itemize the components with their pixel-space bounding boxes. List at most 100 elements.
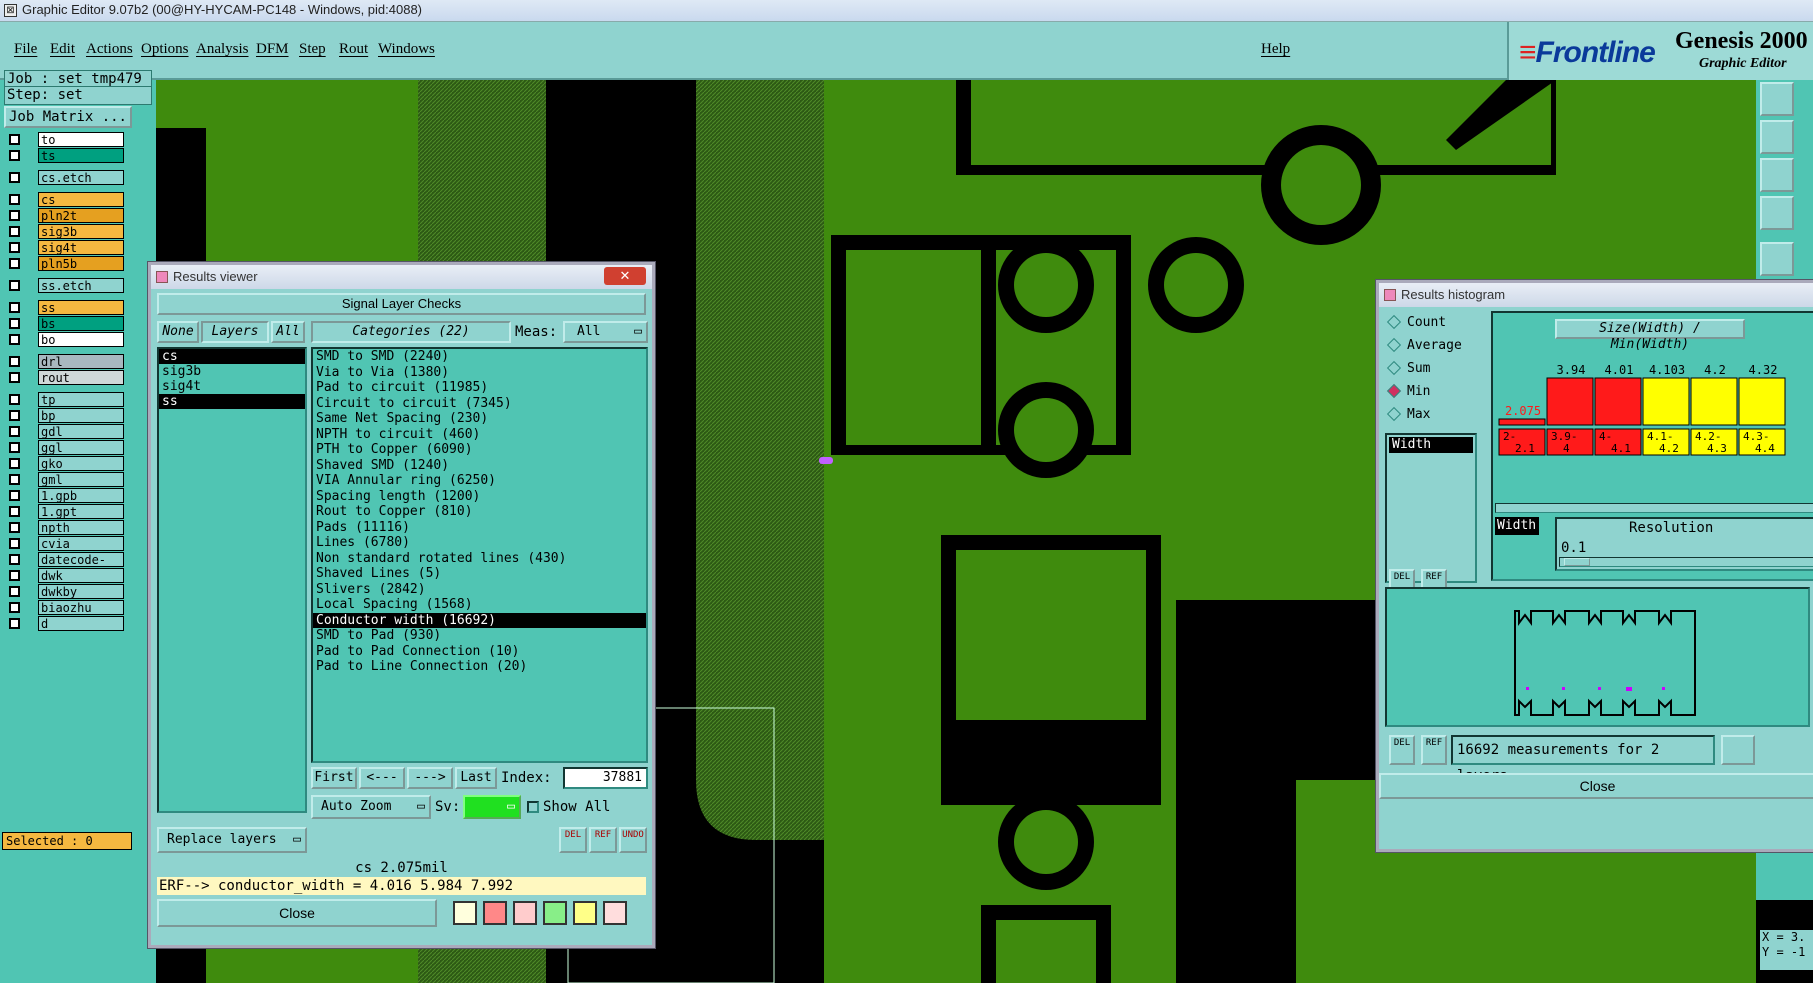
- layer-row[interactable]: bs: [8, 316, 124, 331]
- layer-checkbox[interactable]: [9, 150, 20, 161]
- radio-icon[interactable]: [1386, 406, 1402, 422]
- layer-result-item[interactable]: cs: [159, 349, 305, 364]
- histogram-close-button[interactable]: Close: [1379, 773, 1813, 799]
- menu-help[interactable]: Help: [1261, 41, 1290, 58]
- layer-checkbox[interactable]: [9, 618, 20, 629]
- slider-thumb[interactable]: [1564, 558, 1590, 566]
- meas-dropdown[interactable]: All ▭: [563, 321, 648, 343]
- layer-row[interactable]: bp: [8, 408, 124, 423]
- layer-checkbox[interactable]: [9, 318, 20, 329]
- layer-checkbox[interactable]: [9, 426, 20, 437]
- show-all-checkbox[interactable]: [527, 801, 539, 813]
- layer-checkbox[interactable]: [9, 474, 20, 485]
- histogram-scrollbar[interactable]: [1495, 503, 1813, 513]
- menu-file[interactable]: File: [14, 41, 37, 58]
- category-list[interactable]: SMD to SMD (2240) Via to Via (1380) Pad to…: [311, 347, 648, 763]
- layer-row[interactable]: pln2t: [8, 208, 124, 223]
- histogram-bar[interactable]: [1546, 377, 1594, 426]
- metric-list[interactable]: Width: [1385, 433, 1477, 583]
- layer-checkbox[interactable]: [9, 172, 20, 183]
- index-input[interactable]: 37881: [563, 767, 648, 789]
- menu-dfm[interactable]: DFM: [256, 41, 289, 58]
- aggregate-option[interactable]: Sum: [1385, 357, 1485, 380]
- aggregate-option[interactable]: Min: [1385, 380, 1485, 403]
- layer-row[interactable]: drl: [8, 354, 124, 369]
- category-item[interactable]: Pad to Line Connection (20): [313, 659, 646, 675]
- category-item[interactable]: Via to Via (1380): [313, 365, 646, 381]
- menu-step[interactable]: Step: [299, 41, 326, 58]
- category-item[interactable]: Pads (11116): [313, 520, 646, 536]
- layer-checkbox[interactable]: [9, 302, 20, 313]
- layer-row[interactable]: rout: [8, 370, 124, 385]
- report-icon[interactable]: [573, 901, 597, 925]
- category-item[interactable]: Slivers (2842): [313, 582, 646, 598]
- ref-button[interactable]: REF: [589, 827, 617, 853]
- layer-checkbox[interactable]: [9, 280, 20, 291]
- category-item[interactable]: SMD to Pad (930): [313, 628, 646, 644]
- layer-row[interactable]: ts: [8, 148, 124, 163]
- menu-options[interactable]: Options: [141, 41, 189, 58]
- layer-checkbox[interactable]: [9, 226, 20, 237]
- layer-row[interactable]: cs: [8, 192, 124, 207]
- last-button[interactable]: Last: [455, 767, 497, 789]
- layer-checkbox[interactable]: [9, 210, 20, 221]
- category-item[interactable]: Pad to circuit (11985): [313, 380, 646, 396]
- category-item[interactable]: PTH to Copper (6090): [313, 442, 646, 458]
- layer-row[interactable]: dwkby: [8, 584, 124, 599]
- toolbar-icon-2[interactable]: [1760, 120, 1794, 154]
- metric-item[interactable]: Width: [1389, 437, 1473, 453]
- export-icon[interactable]: [483, 901, 507, 925]
- next-button[interactable]: --->: [407, 767, 453, 789]
- category-item[interactable]: Shaved SMD (1240): [313, 458, 646, 474]
- layer-row[interactable]: bo: [8, 332, 124, 347]
- menu-edit[interactable]: Edit: [50, 41, 75, 58]
- close-icon[interactable]: ✕: [604, 267, 646, 285]
- none-button[interactable]: None: [157, 321, 199, 343]
- menu-analysis[interactable]: Analysis: [196, 41, 249, 58]
- layer-checkbox[interactable]: [9, 602, 20, 613]
- layer-checkbox[interactable]: [9, 570, 20, 581]
- histogram-icon[interactable]: [603, 901, 627, 925]
- first-button[interactable]: First: [311, 767, 357, 789]
- category-item[interactable]: Lines (6780): [313, 535, 646, 551]
- job-matrix-button[interactable]: Job Matrix ...: [4, 106, 132, 128]
- histogram-bars[interactable]: 2.0752-2.13.943.9-44.014-4.14.1034.1-4.2…: [1495, 343, 1813, 503]
- category-item[interactable]: Shaved Lines (5): [313, 566, 646, 582]
- layer-checkbox[interactable]: [9, 506, 20, 517]
- category-item[interactable]: Circuit to circuit (7345): [313, 396, 646, 412]
- layer-row[interactable]: datecode-pte: [8, 552, 124, 581]
- layer-checkbox[interactable]: [9, 442, 20, 453]
- layer-checkbox[interactable]: [9, 134, 20, 145]
- toolbar-icon-1[interactable]: [1760, 82, 1794, 116]
- category-item[interactable]: Pad to Pad Connection (10): [313, 644, 646, 660]
- layer-row[interactable]: ggl: [8, 440, 124, 455]
- layer-row[interactable]: 1.gpt: [8, 504, 124, 519]
- replace-layers-dropdown[interactable]: Replace layers ▭: [157, 827, 307, 853]
- close-button[interactable]: Close: [157, 899, 437, 927]
- layer-checkbox[interactable]: [9, 410, 20, 421]
- categories-button[interactable]: Categories (22): [311, 321, 511, 343]
- category-item[interactable]: NPTH to circuit (460): [313, 427, 646, 443]
- layer-checkbox[interactable]: [9, 394, 20, 405]
- layer-checkbox[interactable]: [9, 586, 20, 597]
- layer-checkbox[interactable]: [9, 258, 20, 269]
- category-item[interactable]: Conductor width (16692): [313, 612, 646, 628]
- category-item[interactable]: Rout to Copper (810): [313, 504, 646, 520]
- layer-row[interactable]: ss: [8, 300, 124, 315]
- layer-checkbox[interactable]: [9, 356, 20, 367]
- radio-icon[interactable]: [1386, 383, 1402, 399]
- category-item[interactable]: Spacing length (1200): [313, 489, 646, 505]
- category-item[interactable]: Non standard rotated lines (430): [313, 551, 646, 567]
- exclude-icon[interactable]: [513, 901, 537, 925]
- layer-row[interactable]: biaozhu: [8, 600, 124, 615]
- histogram-bar[interactable]: [1690, 377, 1738, 426]
- layer-checkbox[interactable]: [9, 538, 20, 549]
- resolution-slider[interactable]: [1559, 557, 1813, 567]
- aggregate-option[interactable]: Max: [1385, 403, 1485, 426]
- layer-row[interactable]: d: [8, 616, 124, 631]
- undo-button[interactable]: UNDO: [619, 827, 647, 853]
- category-item[interactable]: SMD to SMD (2240): [313, 349, 646, 365]
- layer-row[interactable]: npth: [8, 520, 124, 535]
- layer-checkbox[interactable]: [9, 334, 20, 345]
- preview-del-button[interactable]: DEL: [1389, 735, 1415, 765]
